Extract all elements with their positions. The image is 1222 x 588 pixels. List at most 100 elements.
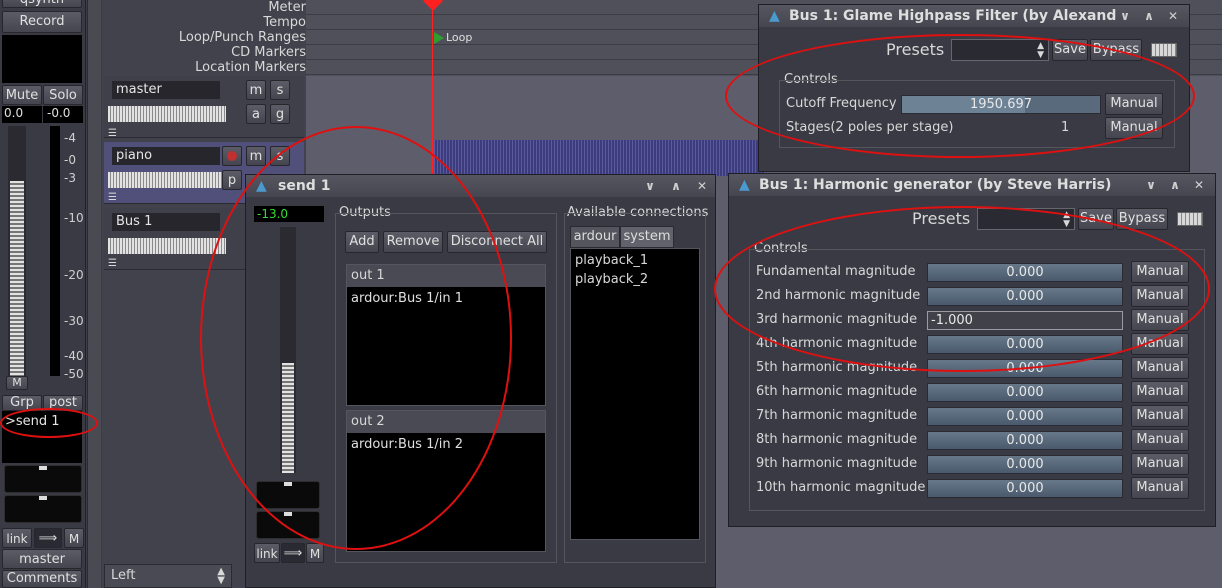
hamburger-icon[interactable]: ☰ [108, 128, 117, 139]
manual-button[interactable]: Manual [1131, 453, 1189, 475]
tab-system[interactable]: system [620, 226, 674, 248]
tab-ardour[interactable]: ardour [570, 226, 620, 248]
fader-track[interactable] [8, 126, 26, 376]
playlist-button[interactable]: p [222, 170, 242, 190]
app-icon: ▲ [739, 177, 750, 193]
scale-tick: -40 [64, 349, 84, 363]
spinner-icon: ▲ ▼ [217, 566, 225, 586]
harmonic-row-slider[interactable]: 0.000 [927, 431, 1123, 450]
maximize-icon[interactable]: ∧ [666, 175, 686, 197]
harmonic-row-label: 9th harmonic magnitude [756, 456, 918, 471]
send-link-button[interactable]: link [254, 543, 280, 563]
loop-marker-label: Loop [446, 31, 473, 44]
scale-tick: -50 [64, 367, 84, 381]
m-button[interactable]: M [64, 528, 84, 548]
record-arm-icon[interactable] [222, 146, 242, 166]
connection-item[interactable]: playback_2 [571, 270, 699, 289]
solo-button[interactable]: s [270, 80, 290, 100]
connection-item[interactable]: playback_1 [571, 251, 699, 270]
scale-tick: -4 [64, 131, 76, 145]
mixer-scrollbar[interactable] [87, 0, 101, 588]
annotation-ring-send [0, 408, 98, 438]
manual-button[interactable]: Manual [1131, 357, 1189, 379]
mixer-strip: qsynth Record Mute Solo 0.0 -0.0 -4 -0 -… [0, 0, 86, 588]
harmonic-titlebar[interactable]: ▲ Bus 1: Harmonic generator (by Steve Ha… [729, 174, 1215, 196]
manual-button[interactable]: Manual [1131, 405, 1189, 427]
gain-display[interactable]: 0.0 [2, 106, 42, 123]
ruler-tempo: Tempo [263, 15, 306, 30]
edit-point-select[interactable]: Left ▲ ▼ [104, 564, 232, 588]
send-m-button[interactable]: M [306, 543, 324, 563]
group-button[interactable]: g [270, 104, 290, 124]
keyboard-icon[interactable] [1151, 43, 1177, 57]
comments-button[interactable]: Comments [2, 570, 82, 588]
ruler-location-markers: Location Markers [195, 60, 306, 75]
harmonic-row-slider[interactable]: 0.000 [927, 479, 1123, 498]
annotation-ring-send-window [200, 126, 512, 550]
solo-button[interactable]: Solo [43, 85, 83, 105]
arrow-icon[interactable]: ⟹ [34, 528, 62, 548]
send-arrow-icon[interactable]: ⟹ [281, 543, 305, 563]
annotation-ring-harmonic [714, 206, 1210, 372]
record-button[interactable]: Record [2, 11, 82, 33]
manual-button[interactable]: Manual [1131, 477, 1189, 499]
highpass-title: Bus 1: Glame Highpass Filter (by Alexand [789, 8, 1117, 24]
close-icon[interactable]: ✕ [692, 175, 712, 197]
ruler-loop-punch: Loop/Punch Ranges [178, 30, 306, 45]
connections-list: playback_1 playback_2 [570, 248, 700, 540]
link-button[interactable]: link [2, 528, 32, 548]
harmonic-row-slider[interactable]: 0.000 [927, 407, 1123, 426]
collapse-icon[interactable]: ∨ [640, 175, 660, 197]
automation-button[interactable]: a [246, 104, 266, 124]
mute-button[interactable]: Mute [2, 85, 42, 105]
panner-1[interactable] [4, 465, 82, 493]
hamburger-icon[interactable]: ☰ [108, 192, 117, 203]
harmonic-row-label: 7th harmonic magnitude [756, 408, 918, 423]
collapse-icon[interactable]: ∨ [1141, 174, 1161, 196]
manual-button[interactable]: Manual [1131, 381, 1189, 403]
loop-flag-icon[interactable] [434, 32, 444, 44]
mute-button[interactable]: m [246, 80, 266, 100]
maximize-icon[interactable]: ∧ [1165, 174, 1185, 196]
panner-2[interactable] [4, 495, 82, 523]
ruler-cd-markers: CD Markers [231, 45, 306, 60]
gain-meter[interactable] [108, 238, 226, 254]
maximize-icon[interactable]: ∧ [1139, 5, 1159, 27]
track-name[interactable]: piano [112, 147, 220, 165]
harmonic-row-label: 8th harmonic magnitude [756, 432, 918, 447]
level-meter [50, 126, 60, 376]
harmonic-title: Bus 1: Harmonic generator (by Steve Harr… [759, 177, 1112, 193]
strip-black-area [2, 35, 82, 83]
harmonic-row-label: 6th harmonic magnitude [756, 384, 918, 399]
fader-fill [10, 181, 24, 376]
track-header-master: master m s a g ☰ [104, 76, 304, 139]
edit-point-value: Left [111, 568, 136, 583]
collapse-icon[interactable]: ∨ [1115, 5, 1135, 27]
scale-tick: -3 [64, 171, 76, 185]
track-name[interactable]: Bus 1 [112, 213, 220, 231]
harmonic-row-slider[interactable]: 0.000 [927, 383, 1123, 402]
gain-meter[interactable] [108, 172, 226, 188]
hamburger-icon[interactable]: ☰ [108, 258, 117, 269]
scale-tick: -30 [64, 314, 84, 328]
manual-button[interactable]: Manual [1131, 429, 1189, 451]
piano-region[interactable] [434, 140, 764, 176]
harmonic-row-label: 10th harmonic magnitude [756, 480, 926, 495]
meter-point-button[interactable]: M [6, 376, 28, 390]
close-icon[interactable]: ✕ [1189, 174, 1209, 196]
scale-tick: -0 [64, 153, 76, 167]
strip-name-button[interactable]: qsynth [2, 0, 82, 8]
mute-button[interactable]: m [246, 146, 266, 166]
peak-display[interactable]: -0.0 [43, 106, 83, 123]
app-icon: ▲ [769, 8, 780, 24]
highpass-titlebar[interactable]: ▲ Bus 1: Glame Highpass Filter (by Alexa… [759, 5, 1189, 27]
ruler-meter: Meter [268, 0, 306, 15]
gain-meter[interactable] [108, 106, 226, 122]
close-icon[interactable]: ✕ [1163, 5, 1183, 27]
scale-tick: -20 [64, 268, 84, 282]
strip-name[interactable]: master [2, 549, 82, 569]
harmonic-row-slider[interactable]: 0.000 [927, 455, 1123, 474]
track-name[interactable]: master [112, 81, 220, 99]
keyboard-icon[interactable] [1177, 212, 1203, 226]
annotation-ring-highpass [725, 34, 1195, 158]
